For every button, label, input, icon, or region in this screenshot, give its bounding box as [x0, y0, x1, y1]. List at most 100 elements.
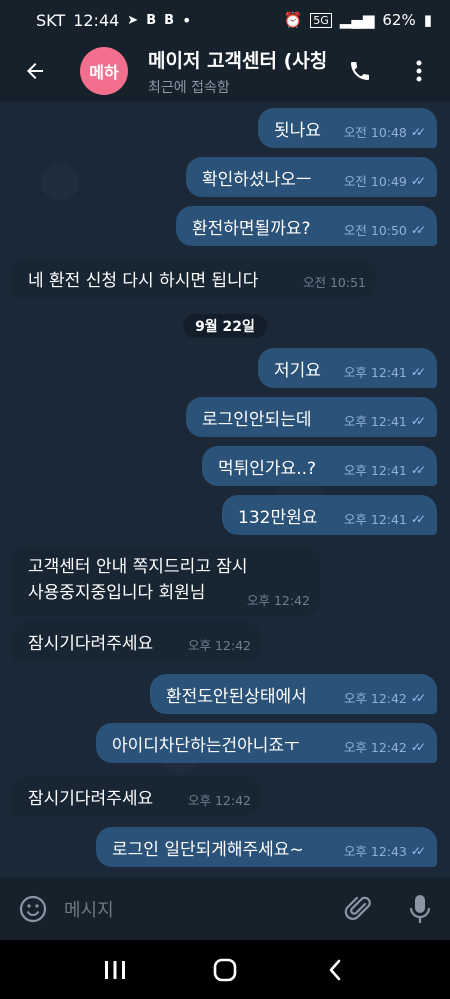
message-time: 오전 10:51	[303, 275, 366, 290]
message-bubble-incoming[interactable]: 잠시기다려주세요 오후 12:42	[12, 776, 261, 816]
message-bubble-outgoing[interactable]: 됫나요 오전 10:48 ✓✓	[258, 108, 437, 148]
read-checks-icon: ✓✓	[410, 511, 426, 526]
message-time: 오전 10:50	[343, 223, 407, 238]
kebab-menu-icon	[416, 60, 422, 82]
message-meta: 오전 10:49 ✓✓	[344, 171, 427, 190]
message-time: 오후 12:42	[343, 740, 407, 755]
phone-icon	[351, 62, 369, 80]
recent-apps-icon	[105, 960, 125, 979]
back-nav-button[interactable]	[315, 950, 355, 990]
message-bubble-outgoing[interactable]: 로그인안되는데 오후 12:41 ✓✓	[186, 397, 437, 437]
message-text: 아이디차단하는건아니죠ㅜ	[112, 735, 300, 756]
b-app-icon: B	[146, 12, 157, 28]
b-app-icon-2: B	[164, 12, 175, 28]
message-text: 환전하면될까요?	[192, 218, 311, 239]
last-seen-status: 최근에 접속함	[148, 79, 230, 96]
date-separator: 9월 22일	[183, 314, 267, 338]
call-button[interactable]	[342, 56, 378, 86]
mic-button[interactable]	[406, 892, 434, 930]
message-time: 오전 10:49	[343, 174, 407, 189]
message-text: 먹튀인가요..?	[218, 458, 317, 479]
read-checks-icon: ✓✓	[410, 413, 426, 428]
message-bubble-outgoing[interactable]: 환전하면될까요? 오전 10:50 ✓✓	[176, 206, 437, 246]
attach-button[interactable]	[344, 894, 374, 928]
recent-apps-button[interactable]	[95, 950, 135, 990]
back-button[interactable]	[0, 40, 70, 102]
message-time: 오후 12:42	[188, 638, 251, 653]
paperclip-icon	[344, 896, 371, 920]
read-checks-icon: ✓✓	[410, 462, 426, 477]
message-bubble-outgoing[interactable]: 저기요 오후 12:41 ✓✓	[258, 348, 437, 388]
alarm-icon: ⏰	[283, 11, 303, 29]
read-checks-icon: ✓✓	[410, 173, 426, 188]
message-text: 네 환전 신청 다시 하시면 됩니다	[28, 270, 259, 291]
message-meta: 오후 12:42	[188, 635, 251, 654]
system-nav-bar	[0, 940, 450, 999]
emoji-icon	[19, 895, 47, 923]
signal-icon: ▂▄▆	[339, 11, 375, 29]
message-time: 오후 12:43	[343, 844, 407, 859]
message-input[interactable]: 메시지	[64, 896, 314, 922]
message-meta: 오후 12:42	[188, 790, 251, 809]
battery-label: 62%	[382, 11, 416, 29]
message-text-line: 고객센터 안내 쪽지드리고 잠시	[28, 557, 248, 577]
home-button[interactable]	[205, 950, 245, 990]
message-text: 확인하셨나오ㅡ	[202, 169, 312, 190]
message-meta: 오후 12:41 ✓✓	[344, 362, 427, 381]
back-arrow-icon	[27, 63, 43, 79]
message-text: 저기요	[274, 360, 321, 381]
read-checks-icon: ✓✓	[410, 124, 426, 139]
message-bubble-outgoing[interactable]: 확인하셨나오ㅡ 오전 10:49 ✓✓	[186, 157, 437, 197]
message-bubble-outgoing[interactable]: 환전도안된상태에서 오후 12:42 ✓✓	[150, 674, 437, 714]
message-bubble-outgoing[interactable]: 132만원요 오후 12:41 ✓✓	[222, 495, 437, 535]
read-checks-icon: ✓✓	[410, 843, 426, 858]
message-meta: 오후 12:41 ✓✓	[344, 460, 427, 479]
message-text: 잠시기다려주세요	[28, 633, 154, 654]
chevron-left-icon	[329, 959, 341, 980]
message-meta: 오전 10:51	[303, 272, 366, 291]
message-meta: 오후 12:41 ✓✓	[344, 509, 427, 528]
message-time: 오후 12:42	[247, 593, 310, 608]
status-bar: SKT 12:44 ➤ B B • ⏰ 5G ▂▄▆ 62% ▮	[0, 0, 450, 40]
message-bubble-outgoing[interactable]: 먹튀인가요..? 오후 12:41 ✓✓	[202, 446, 437, 486]
more-menu-button[interactable]	[404, 56, 434, 86]
message-bubble-incoming[interactable]: 잠시기다려주세요 오후 12:42	[12, 621, 261, 661]
title-wrap[interactable]: 메이저 고객센터 (사칭 최근에 접속함	[148, 46, 344, 97]
message-text: 로그인안되는데	[202, 409, 312, 430]
message-list[interactable]: 됫나요 오전 10:48 ✓✓ 확인하셨나오ㅡ 오전 10:49 ✓✓ 환전하면될까…	[0, 102, 450, 878]
message-meta: 오전 10:48 ✓✓	[344, 122, 427, 141]
message-meta: 오후 12:42 ✓✓	[344, 737, 427, 756]
read-checks-icon: ✓✓	[410, 364, 426, 379]
status-right: ⏰ 5G ▂▄▆ 62% ▮	[284, 11, 432, 29]
clock: 12:44	[73, 10, 120, 30]
message-text: 환전도안된상태에서	[166, 686, 307, 707]
message-text: 로그인 일단되게해주세요~	[112, 839, 304, 860]
message-meta: 오후 12:42	[247, 590, 310, 609]
message-time: 오후 12:41	[343, 512, 407, 527]
message-bubble-outgoing[interactable]: 아이디차단하는건아니죠ㅜ 오후 12:42 ✓✓	[96, 723, 437, 763]
message-text: 132만원요	[238, 507, 318, 528]
telegram-notification-icon: ➤	[127, 12, 139, 28]
message-bubble-incoming[interactable]: 네 환전 신청 다시 하시면 됩니다 오전 10:51	[12, 258, 376, 298]
message-meta: 오후 12:43 ✓✓	[344, 841, 427, 860]
microphone-icon	[409, 895, 431, 923]
network-label: 5G	[310, 12, 332, 28]
message-time: 오후 12:42	[188, 793, 251, 808]
message-time: 오후 12:41	[343, 365, 407, 380]
avatar[interactable]: 메하	[80, 47, 128, 95]
battery-icon: ▮	[423, 11, 432, 29]
message-text: 됫나요	[274, 120, 321, 141]
message-meta: 오전 10:50 ✓✓	[344, 220, 427, 239]
status-left: SKT 12:44 ➤ B B •	[36, 11, 191, 30]
read-checks-icon: ✓✓	[410, 222, 426, 237]
message-text: 잠시기다려주세요	[28, 788, 154, 809]
message-time: 오후 12:41	[343, 414, 407, 429]
emoji-button[interactable]	[18, 894, 48, 928]
message-bubble-incoming[interactable]: 고객센터 안내 쪽지드리고 잠시 사용중지중입니다 회원님 오후 12:42	[12, 546, 320, 616]
read-checks-icon: ✓✓	[410, 739, 426, 754]
carrier-label: SKT	[36, 10, 66, 30]
message-time: 오후 12:42	[343, 691, 407, 706]
home-icon	[213, 958, 237, 981]
message-time: 오후 12:41	[343, 463, 407, 478]
message-bubble-outgoing[interactable]: 로그인 일단되게해주세요~ 오후 12:43 ✓✓	[96, 827, 437, 867]
